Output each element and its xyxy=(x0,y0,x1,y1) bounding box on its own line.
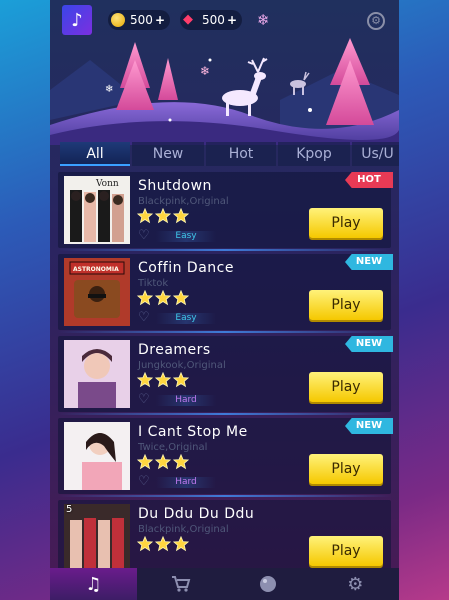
settings-button[interactable]: ⚙ xyxy=(367,12,385,30)
star-icon xyxy=(173,536,189,552)
song-artist: Blackpink,Original xyxy=(138,524,229,535)
snowflake-icon: ❄ xyxy=(200,64,210,78)
song-row[interactable]: I Cant Stop Me Twice,Original ♡ Hard NEW… xyxy=(58,418,393,497)
star-icon xyxy=(173,290,189,306)
cart-icon xyxy=(171,576,191,592)
tab-all[interactable]: All xyxy=(60,142,130,166)
song-artist: Twice,Original xyxy=(138,442,208,453)
play-button[interactable]: Play xyxy=(309,208,383,238)
new-badge: NEW xyxy=(345,336,393,352)
song-list[interactable]: Vonn Shutdown Blackpink,Original ♡ Easy … xyxy=(50,168,399,568)
star-icon xyxy=(137,208,153,224)
play-button[interactable]: Play xyxy=(309,536,383,566)
snowflake-icon: ❄ xyxy=(105,84,113,95)
star-icon xyxy=(155,290,171,306)
new-badge: NEW xyxy=(345,418,393,434)
song-artist: Blackpink,Original xyxy=(138,196,229,207)
rank-number: 5 xyxy=(66,504,73,515)
gem-counter[interactable]: ◆ 500 + xyxy=(180,10,242,30)
tab-new[interactable]: New xyxy=(132,142,204,166)
tab-hot[interactable]: Hot xyxy=(206,142,276,166)
song-row[interactable]: Vonn Shutdown Blackpink,Original ♡ Easy … xyxy=(58,172,393,251)
heart-icon[interactable]: ♡ xyxy=(138,474,150,489)
nav-shop[interactable] xyxy=(137,568,224,600)
song-row[interactable]: Dreamers Jungkook,Original ♡ Hard NEW Pl… xyxy=(58,336,393,415)
song-artist: Jungkook,Original xyxy=(138,360,226,371)
difficulty-label: Hard xyxy=(156,395,216,406)
star-rating xyxy=(137,454,191,470)
star-icon xyxy=(155,372,171,388)
hot-badge: HOT xyxy=(345,172,393,188)
add-gems-button[interactable]: + xyxy=(225,13,239,27)
star-rating xyxy=(137,372,191,388)
star-icon xyxy=(137,372,153,388)
heart-icon[interactable]: ♡ xyxy=(138,392,150,407)
music-note-icon: ♪ xyxy=(71,9,83,31)
snowflake-icon[interactable]: ❄ xyxy=(257,11,270,29)
star-icon xyxy=(137,290,153,306)
add-coins-button[interactable]: + xyxy=(153,13,167,27)
coin-counter[interactable]: 500 + xyxy=(108,10,170,30)
difficulty-label: Hard xyxy=(156,477,216,488)
gear-icon: ⚙ xyxy=(371,14,381,27)
star-rating xyxy=(137,536,191,552)
album-cover: 5 xyxy=(64,504,130,568)
song-title: Coffin Dance xyxy=(138,260,234,276)
nav-settings[interactable]: ⚙ xyxy=(312,568,399,600)
star-icon xyxy=(173,454,189,470)
tab-us-uk[interactable]: Us/U xyxy=(352,142,399,166)
tab-kpop[interactable]: Kpop xyxy=(278,142,350,166)
star-rating xyxy=(137,290,191,306)
winter-banner: ❄ ❄ xyxy=(50,30,399,145)
heart-icon[interactable]: ♡ xyxy=(138,310,150,325)
album-cover xyxy=(64,340,130,408)
heart-icon[interactable]: ♡ xyxy=(138,228,150,243)
play-button[interactable]: Play xyxy=(309,454,383,484)
svg-text:ASTRONOMIA: ASTRONOMIA xyxy=(73,266,119,273)
star-icon xyxy=(155,454,171,470)
coin-icon xyxy=(111,13,125,27)
nav-music[interactable]: ♫ xyxy=(50,568,138,600)
new-badge: NEW xyxy=(345,254,393,270)
gem-amount: 500 xyxy=(202,13,225,27)
nav-disc[interactable] xyxy=(225,568,312,600)
song-title: Du Ddu Du Ddu xyxy=(138,506,255,522)
star-icon xyxy=(155,208,171,224)
bottom-nav: ♫ ⚙ xyxy=(50,568,399,600)
disc-icon xyxy=(260,576,277,592)
song-row[interactable]: ASTRONOMIA Coffin Dance Tiktok ♡ Easy NE… xyxy=(58,254,393,333)
coin-amount: 500 xyxy=(130,13,153,27)
song-artist: Tiktok xyxy=(138,278,169,289)
song-title: I Cant Stop Me xyxy=(138,424,248,440)
category-tabs: All New Hot Kpop Us/U xyxy=(60,142,399,166)
album-cover: Vonn xyxy=(64,176,130,244)
deer-illustration xyxy=(222,57,268,116)
song-title: Shutdown xyxy=(138,178,212,194)
song-row[interactable]: 5 Du Ddu Du Ddu Blackpink,Original Play xyxy=(58,500,391,568)
music-note-icon: ♫ xyxy=(85,573,102,595)
album-cover xyxy=(64,422,130,490)
play-button[interactable]: Play xyxy=(309,290,383,320)
star-icon xyxy=(173,372,189,388)
star-icon xyxy=(155,536,171,552)
album-cover: ASTRONOMIA xyxy=(64,258,130,326)
game-screen: ♪ 500 + ◆ 500 + ❄ ⚙ ❄ ❄ All New Hot Kpop… xyxy=(50,0,399,600)
gem-icon: ◆ xyxy=(183,12,193,27)
difficulty-label: Easy xyxy=(156,313,216,324)
difficulty-label: Easy xyxy=(156,231,216,242)
star-icon xyxy=(173,208,189,224)
gear-icon: ⚙ xyxy=(347,573,364,595)
star-rating xyxy=(137,208,191,224)
banner-illustration: ❄ ❄ xyxy=(50,38,399,145)
star-icon xyxy=(137,536,153,552)
star-icon xyxy=(137,454,153,470)
svg-text:Vonn: Vonn xyxy=(95,179,119,189)
song-title: Dreamers xyxy=(138,342,211,358)
play-button[interactable]: Play xyxy=(309,372,383,402)
